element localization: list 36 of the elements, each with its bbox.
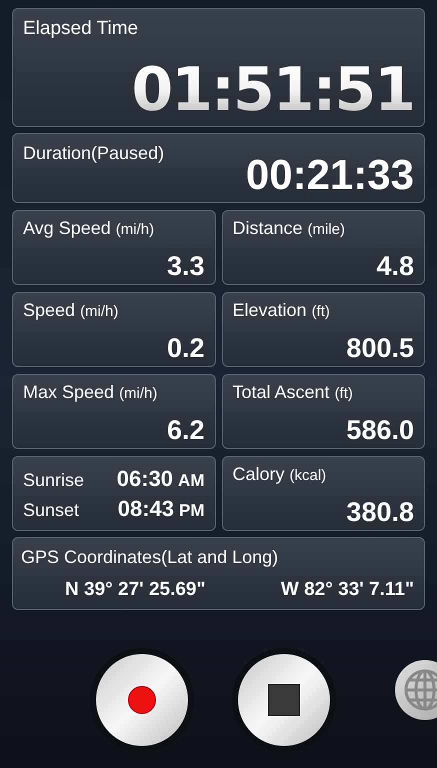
- metric-unit: (kcal): [290, 468, 326, 483]
- metric-unit: (mile): [308, 222, 346, 237]
- metric-value: 3.3: [166, 253, 204, 280]
- sun-time: 08:43: [118, 498, 174, 520]
- metric-value: 6.2: [166, 417, 204, 444]
- metric-value: 4.8: [376, 253, 414, 280]
- metric-label: Distance: [232, 219, 303, 237]
- stop-square-icon: [268, 684, 300, 716]
- metric-value: 800.5: [346, 335, 414, 362]
- sun-label: Sunset: [23, 500, 80, 518]
- latitude-value: N 39° 27' 25.69": [65, 580, 206, 599]
- longitude-value: W 82° 33' 7.11": [280, 580, 414, 599]
- metric-label: Speed: [23, 301, 76, 319]
- elapsed-time-label: Elapsed Time: [23, 19, 140, 38]
- metric-label: Total Ascent: [232, 383, 330, 401]
- duration-label: Duration(Paused): [23, 144, 164, 165]
- metric-value: 586.0: [346, 417, 414, 444]
- time-suffix: AM: [178, 472, 204, 488]
- metric-value: 0.2: [166, 335, 204, 362]
- time-suffix: PM: [179, 502, 204, 518]
- metric-label: Calory: [232, 465, 285, 483]
- sun-label: Sunrise: [23, 470, 84, 488]
- metric-unit: (ft): [312, 304, 330, 319]
- metric-label: Elevation: [232, 301, 307, 319]
- sun-time: 06:30: [116, 468, 174, 490]
- metric-value: 380.8: [346, 499, 414, 526]
- metric-unit: (mi/h): [116, 222, 154, 237]
- globe-button[interactable]: [395, 660, 437, 720]
- metric-label: Avg Speed: [23, 219, 111, 237]
- globe-icon: [403, 668, 437, 712]
- metric-unit: (mi/h): [80, 304, 118, 319]
- metric-label: Max Speed: [23, 383, 114, 401]
- metric-unit: (ft): [334, 386, 353, 401]
- gps-label: GPS Coordinates(Lat and Long): [21, 548, 280, 566]
- duration-value: 00:21:33: [246, 154, 414, 196]
- metric-unit: (mi/h): [119, 386, 158, 401]
